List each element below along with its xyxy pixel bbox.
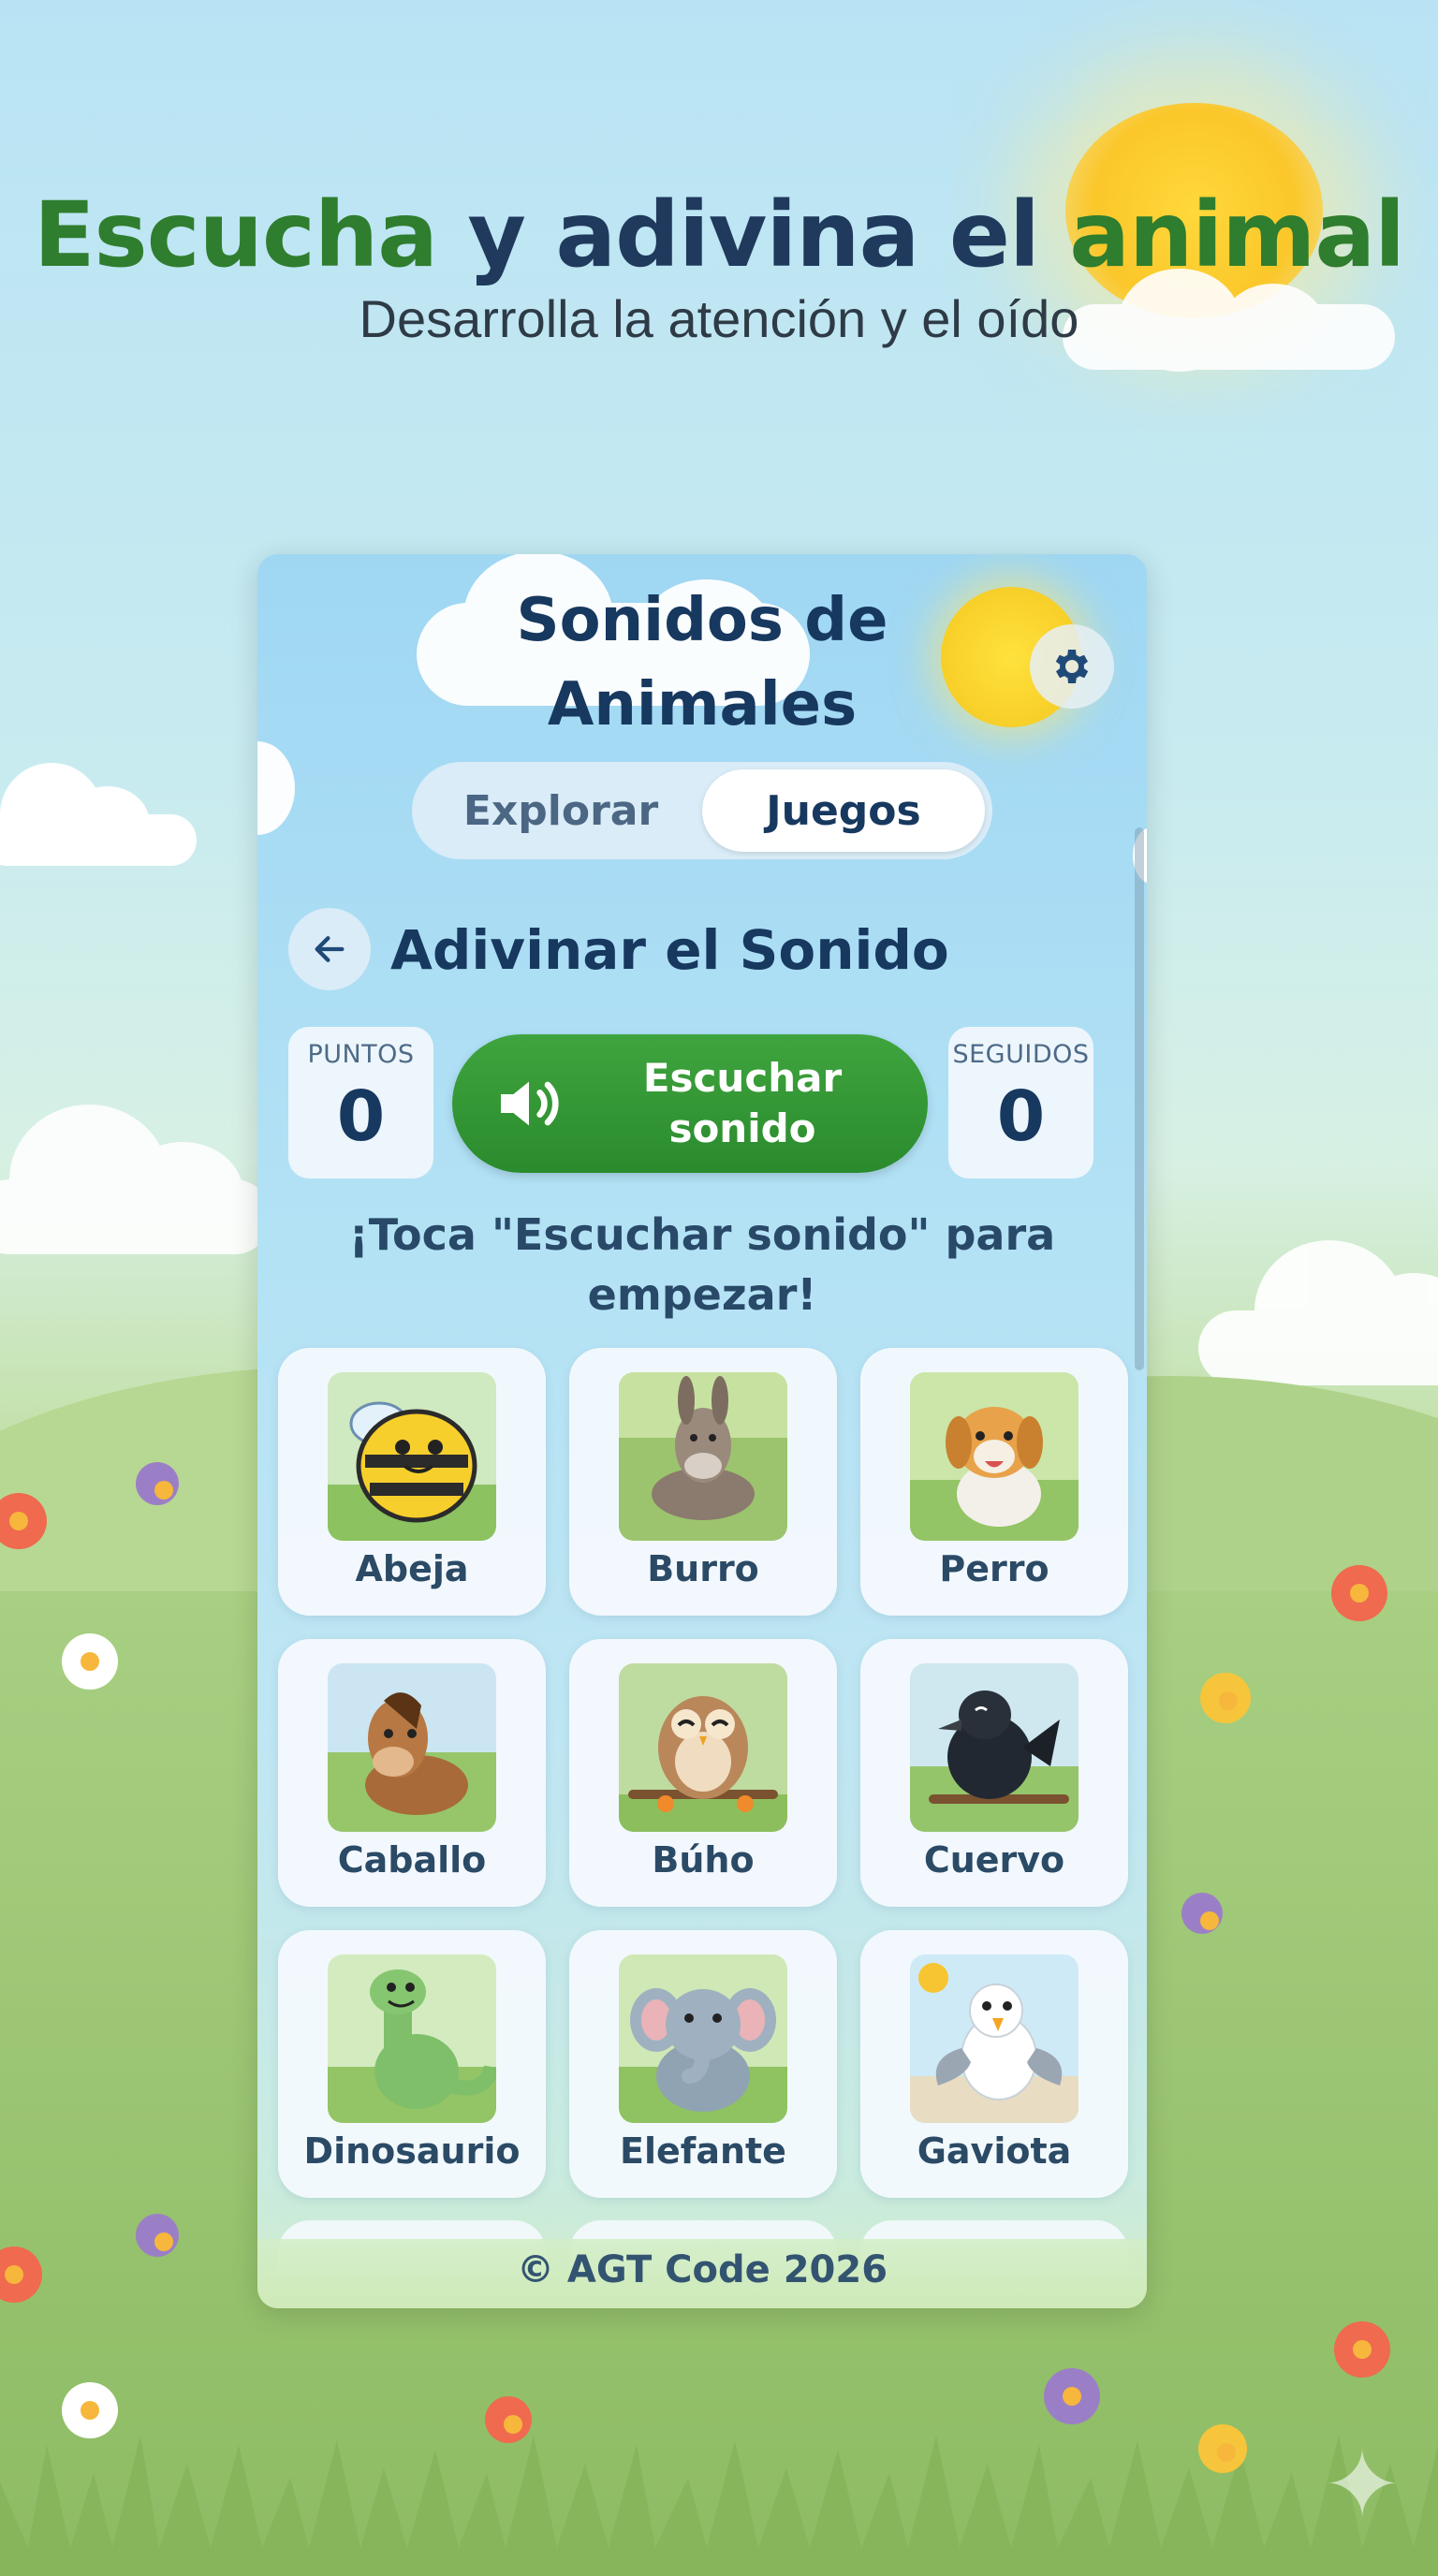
streak-box: SEGUIDOS 0	[948, 1027, 1093, 1178]
cloud-illustration	[1198, 1240, 1438, 1385]
speaker-icon	[501, 1081, 559, 1126]
tab-juegos[interactable]: Juegos	[702, 769, 985, 852]
owl-image	[619, 1663, 787, 1832]
arrow-left-icon	[315, 936, 345, 962]
cloud-illustration	[257, 741, 295, 835]
app-title: Sonidos de Animales	[257, 578, 1147, 747]
animal-card-elefante[interactable]: Elefante	[569, 1930, 837, 2198]
flower-illustration	[62, 2382, 118, 2438]
animal-card-burro[interactable]: Burro	[569, 1348, 837, 1616]
animal-name: Caballo	[337, 1839, 487, 1881]
page-headline: Escucha y adivina el animal	[0, 183, 1438, 287]
back-button[interactable]	[288, 908, 371, 990]
app-screen: Sonidos de Animales Explorar Juegos Adiv…	[257, 554, 1147, 2308]
mode-tabs: Explorar Juegos	[412, 762, 992, 859]
animal-card-gaviota[interactable]: Gaviota	[860, 1930, 1128, 2198]
flower-illustration	[1331, 1565, 1387, 1621]
listen-sound-line1: Escuchar	[642, 1055, 843, 1101]
listen-sound-button[interactable]: Escuchar sonido	[452, 1034, 928, 1173]
app-title-line2: Animales	[547, 670, 858, 739]
score-label: PUNTOS	[307, 1040, 415, 1069]
screen-title: Adivinar el Sonido	[390, 918, 949, 982]
animal-name: Búho	[652, 1839, 755, 1881]
page-subtitle: Desarrolla la atención y el oído	[359, 289, 1079, 348]
listen-sound-label: Escuchar sonido	[602, 1053, 883, 1154]
animal-name: Burro	[647, 1548, 759, 1589]
donkey-image	[619, 1372, 787, 1541]
flower-illustration	[1200, 1673, 1251, 1723]
animal-card-caballo[interactable]: Caballo	[278, 1639, 546, 1907]
headline-word-escucha: Escucha	[33, 183, 438, 287]
headline-middle: y adivina el	[436, 183, 1070, 287]
animal-name: Abeja	[355, 1548, 469, 1589]
animal-name: Perro	[939, 1548, 1049, 1589]
animal-name: Cuervo	[923, 1839, 1065, 1881]
flower-illustration	[136, 2214, 179, 2257]
horse-image	[328, 1663, 496, 1832]
flower-illustration	[1044, 2368, 1100, 2424]
dinosaur-image	[328, 1954, 496, 2123]
footer-copyright: © AGT Code 2026	[257, 2239, 1147, 2308]
animal-card-buho[interactable]: Búho	[569, 1639, 837, 1907]
animal-card-dinosaurio[interactable]: Dinosaurio	[278, 1930, 546, 2198]
animal-name: Dinosaurio	[303, 2130, 521, 2172]
flower-illustration	[485, 2396, 532, 2443]
tab-explorar[interactable]: Explorar	[419, 769, 702, 852]
scrollbar[interactable]	[1135, 827, 1144, 1370]
elephant-image	[619, 1954, 787, 2123]
seagull-image	[910, 1954, 1078, 2123]
settings-button[interactable]	[1030, 624, 1114, 709]
bee-image	[328, 1372, 496, 1541]
flower-illustration	[1181, 1893, 1223, 1934]
dog-image	[910, 1372, 1078, 1541]
score-box: PUNTOS 0	[288, 1027, 433, 1178]
flower-illustration	[62, 1633, 118, 1690]
flower-illustration	[1334, 2321, 1390, 2378]
flower-illustration	[1198, 2424, 1247, 2473]
streak-value: 0	[996, 1076, 1046, 1157]
listen-sound-line2: sonido	[668, 1105, 816, 1151]
cloud-illustration	[0, 763, 197, 866]
app-title-line1: Sonidos de	[516, 586, 888, 655]
cloud-illustration	[0, 1105, 271, 1254]
flower-illustration	[136, 1462, 179, 1505]
crow-image	[910, 1663, 1078, 1832]
score-value: 0	[336, 1076, 386, 1157]
instruction-text: ¡Toca "Escuchar sonido" para empezar!	[348, 1209, 1056, 1320]
animal-name: Elefante	[620, 2130, 786, 2172]
headline-word-animal: animal	[1069, 183, 1405, 287]
animal-card-perro[interactable]: Perro	[860, 1348, 1128, 1616]
gear-icon	[1055, 650, 1089, 683]
sparkle-watermark-icon: ✦	[1323, 2430, 1401, 2539]
animal-card-cuervo[interactable]: Cuervo	[860, 1639, 1128, 1907]
animal-name: Gaviota	[917, 2130, 1072, 2172]
streak-label: SEGUIDOS	[952, 1040, 1090, 1069]
animal-card-abeja[interactable]: Abeja	[278, 1348, 546, 1616]
